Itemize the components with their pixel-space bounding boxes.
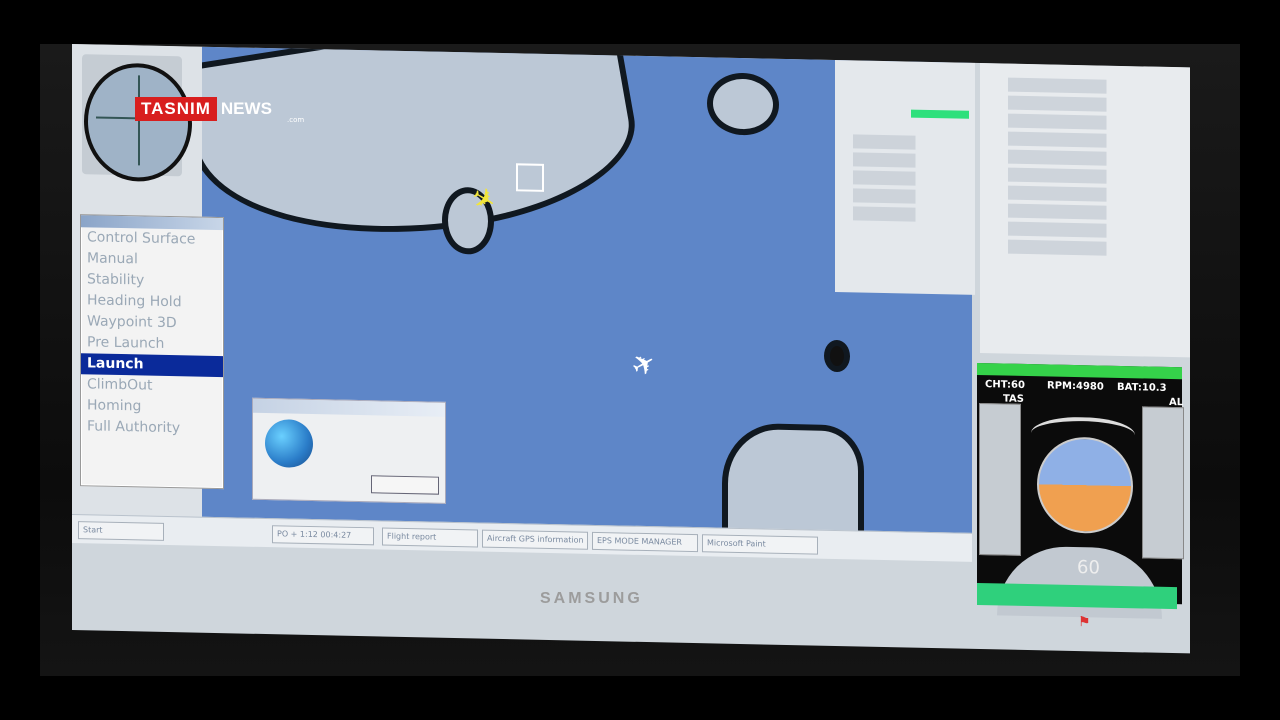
tray-alert-icon[interactable]: ⚑ [1078,614,1091,630]
telemetry-bar [911,109,969,119]
mode-item[interactable]: Waypoint 3D [81,311,223,335]
monitor-brand: SAMSUNG [540,590,643,607]
aircraft-info-panel [980,63,1190,358]
dialog-titlebar [253,398,445,417]
placeholder-line [1008,113,1172,132]
attitude-indicator [1037,436,1133,535]
mode-item[interactable]: Full Authority [81,416,223,440]
gcs-screen: ✈ ✈ Control Surface Manual Stability Headin… [72,44,1190,654]
placeholder-line [853,188,957,205]
target-marker[interactable] [516,163,544,192]
mode-item[interactable]: Stability [81,269,223,293]
placeholder-line [1008,149,1172,168]
mode-item[interactable]: Control Surface [81,227,223,251]
bat-readout: BAT:10.3 [1117,381,1167,394]
mode-item[interactable]: Pre Launch [81,332,223,356]
placeholder-line [1008,167,1172,186]
rpm-readout: RPM:4980 [1047,380,1104,393]
logo-brand: TASNIM [135,97,217,121]
placeholder-line [1008,185,1172,204]
compass-icon [84,62,192,183]
mode-list-items: Control Surface Manual Stability Heading Ho… [81,227,223,440]
placeholder-line [853,134,957,151]
mode-item[interactable]: Heading Hold [81,290,223,314]
placeholder-line [1008,131,1172,150]
placeholder-line [1008,203,1172,222]
altitude-tape [1142,406,1184,560]
hud-status-bar [977,582,1177,610]
mode-item[interactable]: Homing [81,395,223,419]
flight-hud: CHT:60 RPM:4980 BAT:10.3 TAS AL 60 [977,362,1184,619]
island-small-north [707,72,779,136]
letterbox-bottom [0,676,1280,720]
cht-readout: CHT:60 [985,379,1025,391]
taskbar-item[interactable]: Microsoft Paint [702,534,818,555]
taskbar-item[interactable]: PO + 1:12 00:4:27 [272,525,374,546]
placeholder-line [853,152,957,169]
coastline-north [202,46,649,266]
telemetry-rows [845,130,965,227]
logo-suffix: NEWS [220,99,272,118]
taskbar-item[interactable]: Flight report [382,527,478,548]
placeholder-line [1008,77,1172,96]
airspeed-tape [979,402,1021,556]
letterbox-top [0,0,1280,44]
placeholder-line [853,170,957,187]
islet-east [824,339,850,373]
mode-item[interactable]: Manual [81,248,223,272]
logo-domain: .com [287,116,305,124]
placeholder-line [853,206,957,223]
placeholder-line [1008,239,1172,258]
mode-selector[interactable]: Control Surface Manual Stability Heading Ho… [80,214,224,490]
airplane-white-icon[interactable]: ✈ [625,344,662,384]
info-dialog [252,397,446,504]
dialog-ok-button[interactable] [371,475,439,495]
taskbar-item[interactable]: Aircraft GPS information [482,529,588,550]
placeholder-line [1008,95,1172,114]
system-tray: ⚑ [1062,610,1142,642]
telemetry-panel [835,59,975,295]
globe-icon [265,419,313,469]
mode-item[interactable]: Launch [81,353,223,378]
taskbar-item[interactable]: Start [78,521,164,541]
taskbar-item[interactable]: EPS MODE MANAGER [592,531,698,553]
aircraft-info-lines [1000,73,1180,261]
tasnim-logo: TASNIM NEWS .com [135,96,304,124]
placeholder-line [1008,221,1172,240]
mode-item[interactable]: ClimbOut [81,374,223,398]
heading-value: 60 [1077,557,1100,579]
